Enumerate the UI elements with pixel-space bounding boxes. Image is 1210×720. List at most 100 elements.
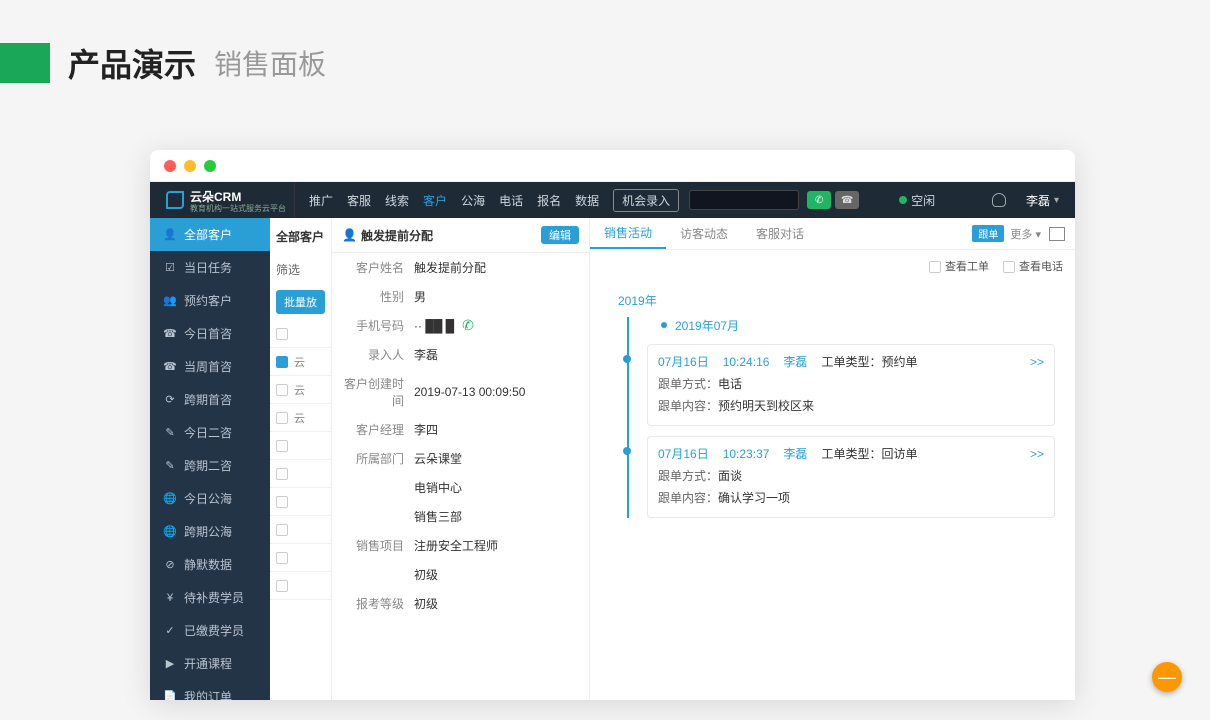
activity-tab-2[interactable]: 客服对话 <box>742 218 818 249</box>
view-calls-checkbox[interactable]: 查看电话 <box>1003 258 1063 274</box>
nav-item-7[interactable]: 数据 <box>575 192 599 209</box>
list-item[interactable] <box>270 460 331 488</box>
sidebar-icon: ⟳ <box>164 394 176 406</box>
batch-button[interactable]: 批量放 <box>276 290 325 314</box>
edit-button[interactable]: 编辑 <box>541 226 579 244</box>
nav-item-5[interactable]: 电话 <box>499 192 523 209</box>
expand-button[interactable]: >> <box>1030 447 1044 461</box>
sidebar-item-6[interactable]: ✎ 今日二咨 <box>150 416 270 449</box>
nav-item-0[interactable]: 推广 <box>309 192 333 209</box>
expand-button[interactable]: >> <box>1030 355 1044 369</box>
view-tickets-checkbox[interactable]: 查看工单 <box>929 258 989 274</box>
bell-icon[interactable] <box>992 193 1006 207</box>
list-item[interactable]: 云 <box>270 348 331 376</box>
list-rows: 云云云 <box>270 320 331 700</box>
sidebar-item-11[interactable]: ¥待补费学员 <box>150 581 270 614</box>
activity-tab-1[interactable]: 访客动态 <box>666 218 742 249</box>
sidebar-item-9[interactable]: 🌐跨期公海 <box>150 515 270 548</box>
list-item[interactable] <box>270 516 331 544</box>
chevron-down-icon: ▾ <box>1054 195 1059 206</box>
phone-icon[interactable]: ✆ <box>462 317 474 334</box>
field-label: 客户姓名 <box>342 259 414 276</box>
list-item[interactable] <box>270 320 331 348</box>
minimize-icon[interactable] <box>184 160 196 172</box>
sidebar-item-label: 全部客户 <box>184 226 232 243</box>
close-icon[interactable] <box>164 160 176 172</box>
field-value: 李四 <box>414 421 579 438</box>
list-item[interactable] <box>270 572 331 600</box>
sidebar-item-label: 今日公海 <box>184 490 232 507</box>
sidebar-icon: ⊘ <box>164 559 176 571</box>
sidebar-icon: ✎ <box>164 427 176 439</box>
list-item[interactable] <box>270 432 331 460</box>
sidebar-icon: ☑ <box>164 262 176 274</box>
sidebar-item-10[interactable]: ⊘静默数据 <box>150 548 270 581</box>
checkbox[interactable] <box>276 384 288 396</box>
status-dot-icon <box>899 196 907 204</box>
field-label <box>342 479 414 496</box>
followup-badge[interactable]: 跟单 <box>972 225 1004 242</box>
nav-item-3[interactable]: 客户 <box>423 192 447 209</box>
sidebar-item-5[interactable]: ⟳跨期首咨 <box>150 383 270 416</box>
checkbox[interactable] <box>276 356 288 368</box>
activity-tab-0[interactable]: 销售活动 <box>590 218 666 249</box>
user-name: 李磊 <box>1026 192 1050 209</box>
sidebar-item-1[interactable]: ☑ 当日任务 <box>150 251 270 284</box>
checkbox[interactable] <box>276 412 288 424</box>
sidebar-item-8[interactable]: 🌐今日公海 <box>150 482 270 515</box>
list-item[interactable]: 云 <box>270 404 331 432</box>
nav-item-1[interactable]: 客服 <box>347 192 371 209</box>
sidebar-item-label: 当日任务 <box>184 259 232 276</box>
status-indicator[interactable]: 空闲 <box>899 192 935 209</box>
list-item[interactable]: 云 <box>270 376 331 404</box>
brand-name: 云朵CRM <box>190 188 286 205</box>
detail-field: 销售项目注册安全工程师 <box>332 531 589 560</box>
search-input[interactable] <box>689 190 799 210</box>
nav-item-6[interactable]: 报名 <box>537 192 561 209</box>
sidebar-item-label: 今日二咨 <box>184 424 232 441</box>
nav-item-2[interactable]: 线索 <box>385 192 409 209</box>
call-icon[interactable]: ✆ <box>807 191 831 209</box>
checkbox[interactable] <box>276 580 288 592</box>
card-time: 10:24:16 <box>723 355 770 369</box>
checkbox[interactable] <box>276 524 288 536</box>
sidebar-item-12[interactable]: ✓已缴费学员 <box>150 614 270 647</box>
checkbox[interactable] <box>276 552 288 564</box>
detail-title: 触发提前分配 <box>361 227 433 244</box>
card-row-value: 预约明天到校区来 <box>718 399 814 413</box>
sidebar-icon: ¥ <box>164 592 176 604</box>
sidebar-item-2[interactable]: 👥预约客户 <box>150 284 270 317</box>
sidebar-item-14[interactable]: 📄我的订单 <box>150 680 270 700</box>
timeline-year: 2019年 <box>618 292 1055 309</box>
sidebar-icon: 🌐 <box>164 526 176 538</box>
nav-item-4[interactable]: 公海 <box>461 192 485 209</box>
user-menu[interactable]: 李磊 ▾ <box>1026 192 1059 209</box>
hangup-icon[interactable]: ☎ <box>835 191 859 209</box>
app-window: 云朵CRM 教育机构一站式服务云平台 推广客服线索客户公海电话报名数据 机会录入… <box>150 150 1075 700</box>
list-item[interactable] <box>270 544 331 572</box>
list-item[interactable] <box>270 488 331 516</box>
copy-icon[interactable] <box>1049 227 1065 241</box>
sidebar-item-3[interactable]: ☎今日首咨 <box>150 317 270 350</box>
checkbox[interactable] <box>276 328 288 340</box>
filter-label[interactable]: 筛选 <box>270 255 331 284</box>
sidebar-item-4[interactable]: ☎当周首咨 <box>150 350 270 383</box>
brand-logo[interactable]: 云朵CRM 教育机构一站式服务云平台 <box>158 182 295 218</box>
sidebar-item-0[interactable]: 👤全部客户 <box>150 218 270 251</box>
card-type: 工单类型：预约单 <box>821 353 917 370</box>
timeline-month: 2019年07月 <box>675 317 1055 334</box>
field-value: 注册安全工程师 <box>414 537 579 554</box>
sidebar-item-7[interactable]: ✎跨期二咨 <box>150 449 270 482</box>
checkbox[interactable] <box>276 440 288 452</box>
detail-field: 客户姓名触发提前分配 <box>332 253 589 282</box>
sidebar-item-13[interactable]: ▶开通课程 <box>150 647 270 680</box>
list-item-text: 云 <box>294 354 305 370</box>
sidebar-item-label: 已缴费学员 <box>184 622 244 639</box>
fab-button[interactable]: — <box>1152 662 1182 692</box>
opportunity-button[interactable]: 机会录入 <box>613 189 679 212</box>
more-button[interactable]: 更多 ▾ <box>1010 226 1041 242</box>
maximize-icon[interactable] <box>204 160 216 172</box>
checkbox[interactable] <box>276 496 288 508</box>
checkbox[interactable] <box>276 468 288 480</box>
sidebar-item-label: 我的订单 <box>184 688 232 700</box>
